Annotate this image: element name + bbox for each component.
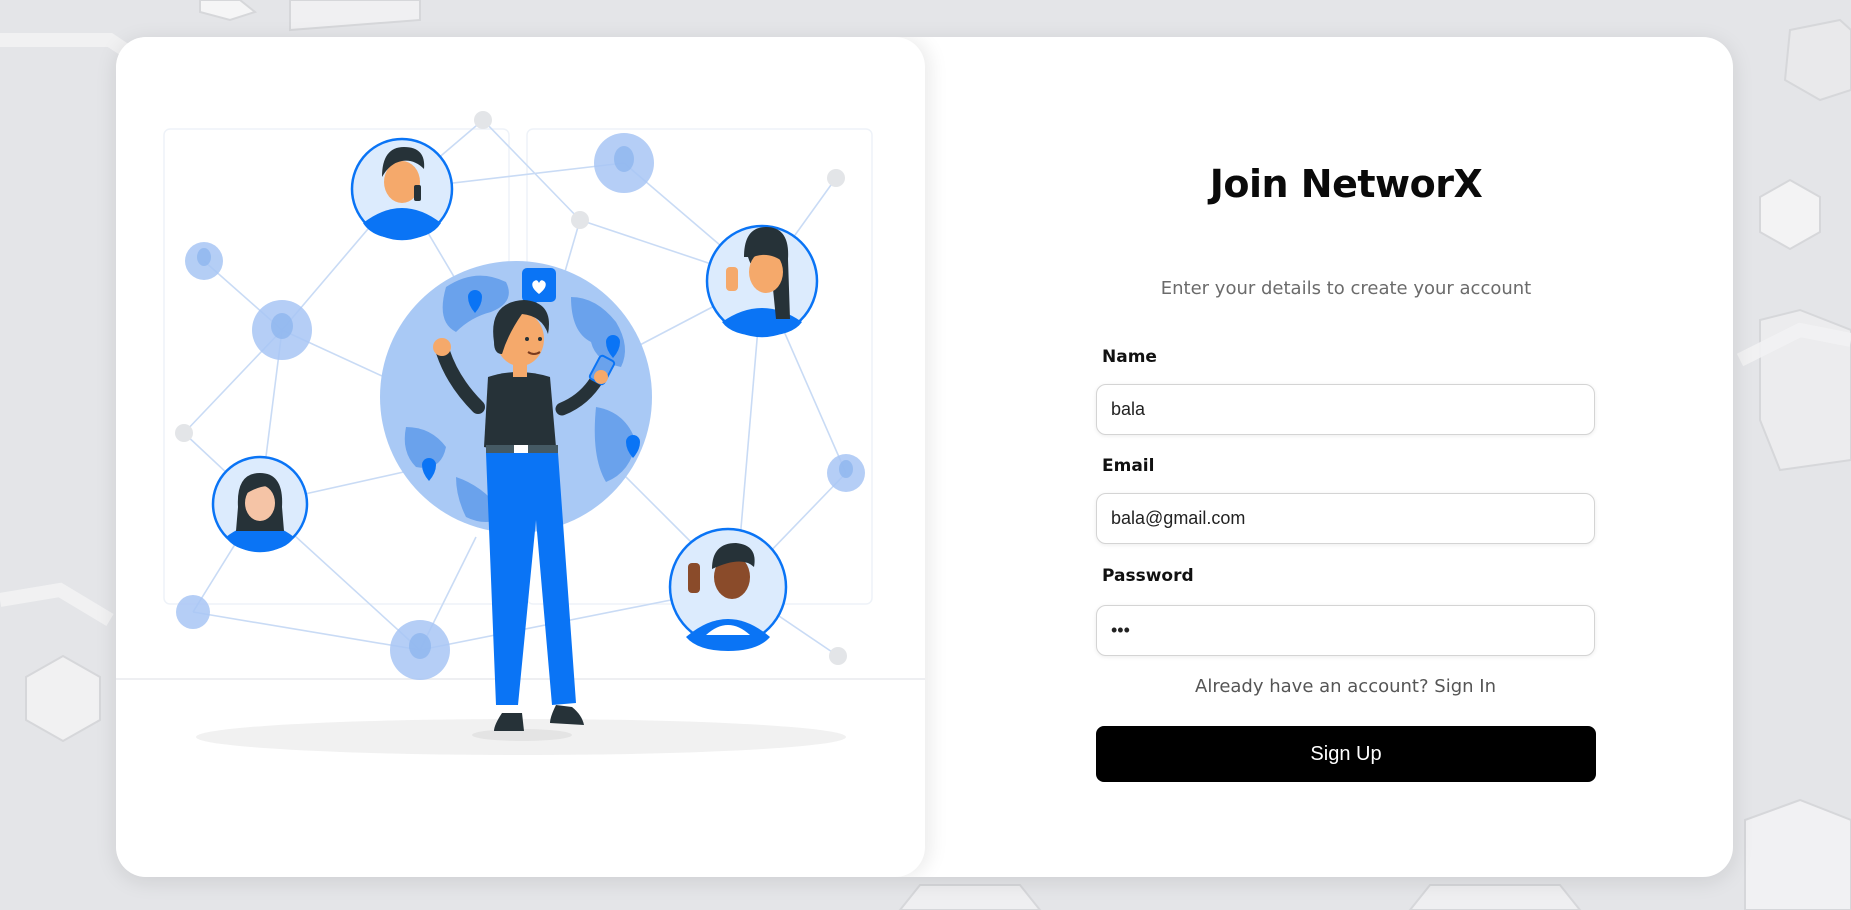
signin-prompt: Already have an account? <box>1195 676 1429 697</box>
signin-prompt-line: Already have an account? Sign In <box>1096 676 1595 697</box>
networking-illustration <box>116 111 925 755</box>
illustration-panel <box>116 37 925 877</box>
name-label: Name <box>1102 347 1157 367</box>
password-input[interactable] <box>1096 605 1595 656</box>
page-subtitle: Enter your details to create your accoun… <box>1160 278 1532 299</box>
signup-button[interactable]: Sign Up <box>1096 726 1596 782</box>
email-input[interactable] <box>1096 493 1595 544</box>
email-label: Email <box>1102 456 1155 476</box>
page-title: Join NetworX <box>1209 162 1483 206</box>
name-input[interactable] <box>1096 384 1595 435</box>
password-label: Password <box>1102 566 1194 586</box>
signin-link[interactable]: Sign In <box>1434 676 1496 697</box>
